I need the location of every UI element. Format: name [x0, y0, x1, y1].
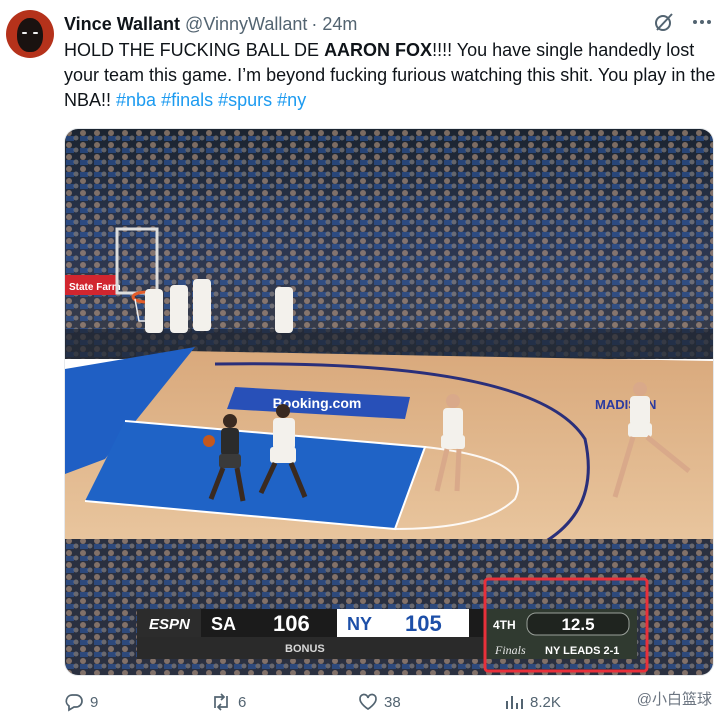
- grok-icon[interactable]: [654, 12, 674, 37]
- avatar-eye-right: [33, 32, 38, 34]
- author-name[interactable]: Vince Wallant: [64, 14, 180, 35]
- quarter-label: 4TH: [493, 618, 516, 632]
- series-status: NY LEADS 2-1: [545, 645, 619, 657]
- watermark: @小白篮球: [637, 688, 712, 709]
- hashtag-link[interactable]: #nba: [116, 90, 156, 110]
- reply-icon: [65, 694, 83, 712]
- hashtag-link[interactable]: #ny: [277, 90, 306, 110]
- more-options-icon[interactable]: [692, 12, 712, 37]
- tweet-text: HOLD THE FUCKING BALL DE AARON FOX!!!! Y…: [64, 38, 718, 113]
- reply-button[interactable]: 9: [64, 692, 98, 712]
- tweet-header: Vince Wallant @VinnyWallant · 24m: [64, 12, 357, 36]
- views-icon: [506, 696, 523, 709]
- score-right: 105: [405, 611, 442, 636]
- avatar[interactable]: [6, 10, 54, 58]
- tweet-text-part: HOLD THE FUCKING BALL DE: [64, 40, 325, 60]
- hashtag-link[interactable]: #finals: [161, 90, 213, 110]
- game-photo: Booking.com MADISON State Farm ESPN SA 1…: [65, 129, 713, 675]
- reply-count: 9: [90, 693, 99, 711]
- views-button[interactable]: 8.2K: [504, 692, 561, 712]
- header-icons: [654, 12, 712, 37]
- avatar-eye-left: [22, 32, 27, 34]
- heart-icon: [359, 693, 377, 711]
- separator-dot: ·: [311, 13, 318, 34]
- retweet-button[interactable]: 6: [210, 692, 246, 712]
- tweet-text-bold: AARON FOX: [324, 40, 433, 60]
- avatar-face: [17, 18, 43, 52]
- retweet-icon: [214, 693, 228, 711]
- finals-label: Finals: [494, 643, 526, 657]
- tweet-actions: 9 6 38 8.2K: [64, 692, 716, 716]
- author-handle[interactable]: @VinnyWallant: [185, 14, 307, 35]
- views-count: 8.2K: [530, 693, 561, 711]
- team-left: SA: [211, 614, 236, 634]
- espn-logo: ESPN: [149, 616, 191, 633]
- like-button[interactable]: 38: [358, 692, 401, 712]
- statefarm-sign: State Farm: [69, 282, 121, 293]
- bonus-label: BONUS: [285, 643, 325, 655]
- retweet-count: 6: [238, 693, 247, 711]
- tweet-timestamp[interactable]: 24m: [322, 14, 357, 35]
- score-left: 106: [273, 611, 310, 636]
- game-clock: 12.5: [561, 615, 594, 634]
- like-count: 38: [384, 693, 401, 711]
- team-right: NY: [347, 614, 372, 634]
- hashtag-link[interactable]: #spurs: [218, 90, 272, 110]
- tweet-media[interactable]: Booking.com MADISON State Farm ESPN SA 1…: [64, 128, 714, 676]
- watermark-text: @小白篮球: [636, 691, 712, 708]
